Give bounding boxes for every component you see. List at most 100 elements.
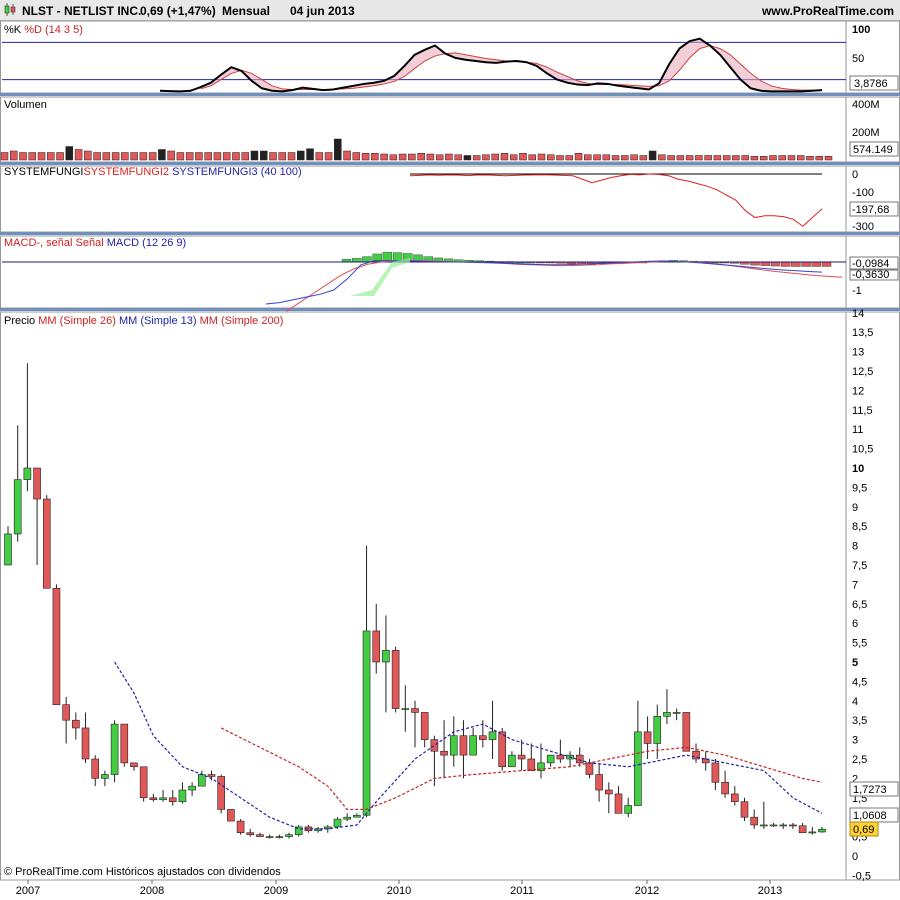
price-tick: 12,5 [852, 366, 873, 378]
panel-divider-2 [0, 162, 900, 165]
volume-bar [315, 152, 324, 161]
price-tick: 3 [852, 735, 858, 747]
price-candle-body [159, 797, 167, 801]
volume-bar [352, 152, 361, 161]
stoch-tick-50: 50 [852, 53, 864, 65]
volume-bar [565, 155, 574, 161]
price-tick: 8,5 [852, 521, 867, 533]
volume-bar [435, 154, 444, 161]
volume-bar [621, 155, 629, 161]
price-candle-body [479, 735, 487, 740]
price-candle-body [508, 754, 516, 768]
volume-last-value: 574.149 [853, 144, 893, 156]
price-legend: Precio MM (Simple 26) MM (Simple 13) MM … [4, 315, 283, 327]
volume-bar [695, 155, 703, 161]
x-axis-label: 2012 [635, 885, 659, 897]
price-legend-part: MM (Simple 13) [119, 315, 200, 327]
fungi-tick-0: 0 [852, 169, 858, 181]
price-candle-body [401, 708, 410, 710]
x-axis-label: 2011 [510, 885, 534, 897]
price-candle-body [740, 801, 749, 818]
price-candle-body [130, 762, 138, 768]
volume-bar [408, 153, 416, 161]
fungi-tick-minus100: -100 [852, 187, 874, 199]
price-candle-body [198, 774, 206, 787]
volume-bar [241, 152, 249, 161]
price-candle-body [585, 762, 594, 775]
volume-bar [324, 152, 333, 161]
price-candle-body [139, 766, 148, 799]
volume-bar [769, 155, 777, 161]
price-ma13-value: 1,0608 [853, 810, 887, 822]
volume-bar [213, 152, 222, 161]
price-candle-body [459, 735, 468, 756]
price-candle-body [420, 712, 429, 740]
macd-tick-minus1: -1 [852, 285, 862, 297]
price-tick: 9,5 [852, 482, 867, 494]
price-legend-part: MM (Simple 200) [200, 315, 284, 327]
x-axis-label: 2009 [264, 885, 288, 897]
price-tick: 14 [852, 308, 864, 320]
macd-legend-part: señal Señal [46, 237, 107, 249]
macd-histogram-bar [811, 261, 821, 267]
volume-bar [185, 152, 194, 161]
volume-bar [361, 153, 370, 161]
volume-bar [658, 154, 666, 161]
panel-divider-3 [0, 232, 900, 235]
volume-bar [47, 152, 55, 161]
volume-bar [574, 153, 583, 161]
volume-bar [648, 150, 657, 161]
chart-canvas: %K %D (14 3 5) 100503,8786Volumen 400M200M… [0, 20, 900, 897]
price-candle-body [730, 793, 739, 802]
volume-bar [111, 152, 120, 161]
price-candle-body [72, 719, 80, 729]
panel-frame-4 [0, 311, 900, 881]
price-candle-body [721, 781, 729, 795]
price-candle-body [362, 630, 371, 816]
volume-bar [824, 156, 833, 161]
price-candle-body [168, 797, 177, 802]
volume-tick-400m: 400M [852, 99, 880, 111]
volume-bar [343, 150, 351, 161]
stoch-legend-part: %D (14 3 5) [24, 24, 83, 36]
volume-bar [130, 152, 138, 161]
volume-bar [556, 155, 564, 161]
price-candle-body [391, 650, 400, 709]
fungi-last-value: -197,68 [852, 204, 889, 216]
price-tick: 12 [852, 385, 864, 397]
volume-bar [417, 153, 425, 161]
volume-bar [787, 155, 796, 161]
price-candle-body [275, 836, 284, 838]
volume-bar [426, 153, 435, 161]
macd-histogram-bar [780, 261, 791, 267]
price-candle-body [488, 731, 497, 740]
panel-divider-1 [0, 93, 900, 96]
volume-bar [778, 155, 786, 161]
price-candle-body [285, 834, 293, 837]
price-candle-body [808, 831, 817, 834]
price-candle-body [256, 834, 264, 837]
fungi-legend: SYSTEMFUNGISYSTEMFUNGI2 SYSTEMFUNGI3 (40… [4, 166, 302, 178]
macd-last-value-2: -0,3630 [852, 269, 889, 281]
price-candle-body [789, 824, 797, 827]
macd-histogram-bar [362, 256, 372, 263]
volume-bar [528, 154, 536, 161]
volume-bar [74, 149, 83, 161]
volume-bar [713, 155, 722, 161]
volume-bar [65, 146, 74, 161]
macd-legend-part: MACD-, [4, 237, 46, 249]
volume-bar [454, 154, 462, 161]
stoch-tick-100: 100 [852, 24, 870, 36]
price-candle-body [120, 723, 129, 764]
fungi-tick-minus300: -300 [852, 221, 874, 233]
price-candle-body [798, 825, 807, 834]
price-candle-body [91, 758, 100, 779]
volume-bar [704, 155, 712, 161]
volume-bar [676, 155, 685, 161]
macd-histogram-bar [801, 261, 811, 267]
macd-histogram-bar [770, 261, 781, 267]
x-axis-label: 2013 [758, 885, 782, 897]
price-candle-body [575, 754, 584, 764]
price-candle-body [62, 704, 70, 721]
volume-bar [269, 152, 277, 161]
